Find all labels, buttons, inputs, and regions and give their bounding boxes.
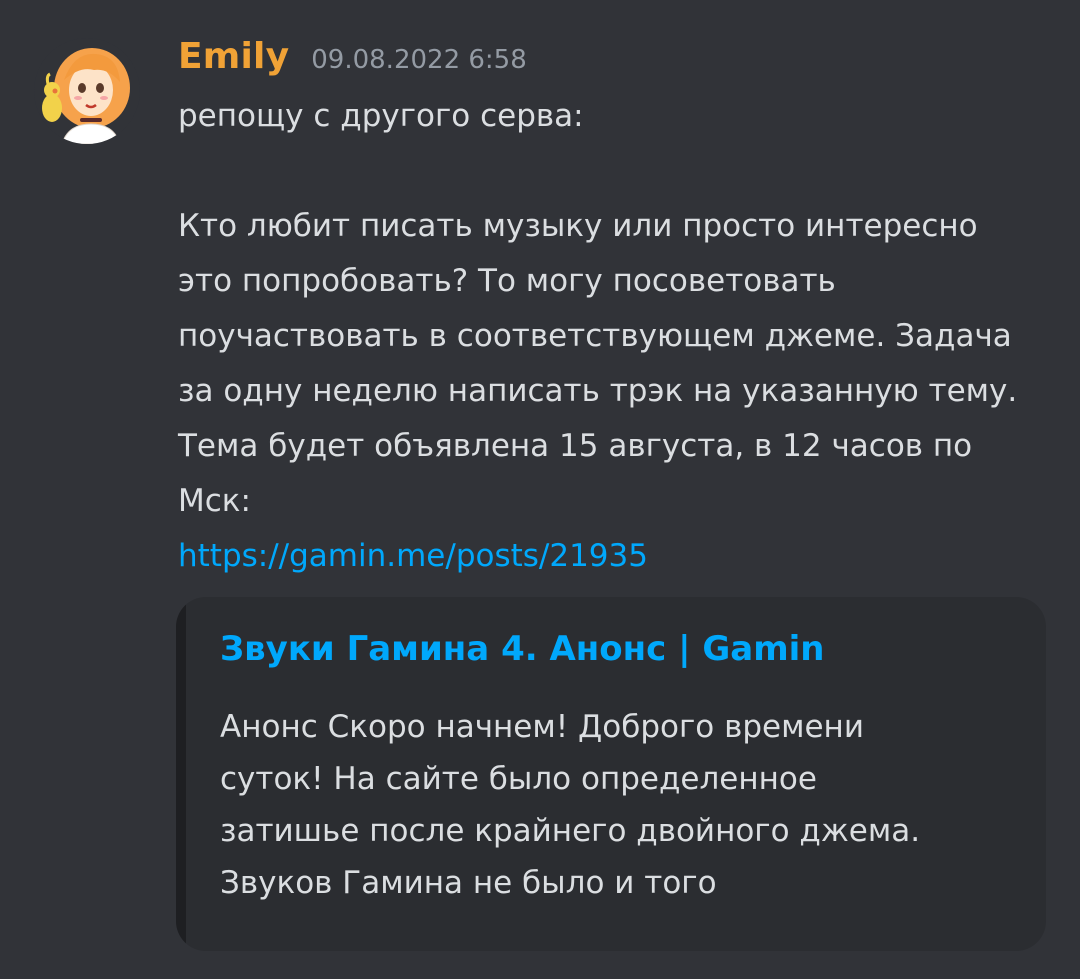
message-paragraph: репощу с другого серва: bbox=[178, 98, 584, 134]
message-paragraph bbox=[178, 144, 1038, 199]
message-header: Emily 09.08.2022 6:58 bbox=[178, 36, 1038, 94]
embed-accent-bar bbox=[176, 597, 186, 951]
message-body: репощу с другого серва: Кто любит писать… bbox=[178, 89, 1038, 529]
chat-message: Emily 09.08.2022 6:58 репощу с другого с… bbox=[0, 0, 1080, 979]
link-embed: Звуки Гамина 4. Анонс | Gamin Анонс Скор… bbox=[176, 597, 1046, 951]
embed-description: Анонс Скоро начнем! Доброго времени суто… bbox=[220, 709, 921, 901]
message-link[interactable]: https://gamin.me/posts/21935 bbox=[178, 529, 648, 584]
message-timestamp: 09.08.2022 6:58 bbox=[311, 45, 527, 75]
author-name[interactable]: Emily bbox=[178, 36, 289, 77]
avatar-illustration-icon bbox=[34, 38, 140, 144]
user-avatar[interactable] bbox=[34, 38, 140, 144]
message-content: Emily 09.08.2022 6:58 репощу с другого с… bbox=[178, 36, 1038, 584]
message-paragraph: Кто любит писать музыку или просто интер… bbox=[178, 208, 1018, 519]
embed-title[interactable]: Звуки Гамина 4. Анонс | Gamin bbox=[220, 623, 825, 675]
